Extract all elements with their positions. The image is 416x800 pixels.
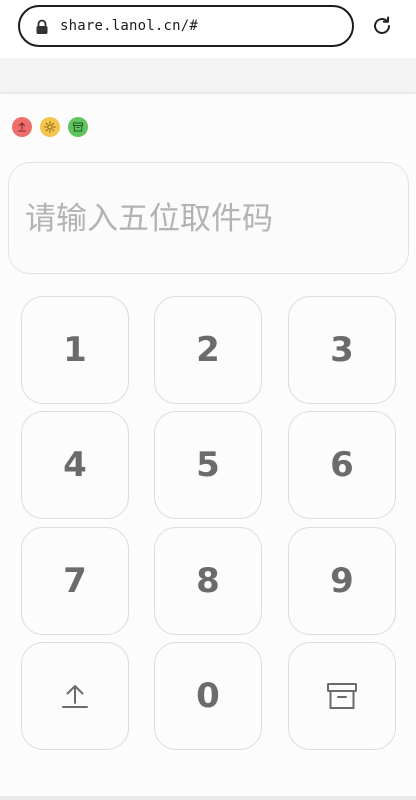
key-8[interactable]: 8: [154, 527, 262, 635]
key-2[interactable]: 2: [154, 296, 262, 404]
pickup-code-input[interactable]: [23, 163, 397, 275]
archive-key[interactable]: [288, 642, 396, 750]
key-label: 5: [196, 445, 220, 485]
archive-icon: [327, 683, 357, 709]
key-label: 2: [196, 330, 220, 370]
browser-toolbar-gap: [0, 58, 416, 94]
upload-icon: [62, 685, 88, 708]
upload-key[interactable]: [21, 642, 129, 750]
archive-icon: [73, 122, 83, 132]
key-label: 7: [63, 561, 87, 601]
key-7[interactable]: 7: [21, 527, 129, 635]
lock-icon: [36, 19, 48, 34]
sun-icon: [44, 121, 56, 133]
code-input-box: [8, 162, 409, 275]
key-4[interactable]: 4: [21, 411, 129, 519]
key-label: 3: [330, 330, 354, 370]
url-bar[interactable]: share.lanol.cn/#: [18, 5, 354, 47]
box-control[interactable]: [68, 117, 88, 137]
bottom-edge: [0, 796, 416, 800]
key-label: 1: [63, 330, 87, 370]
theme-control[interactable]: [40, 117, 60, 137]
key-6[interactable]: 6: [288, 411, 396, 519]
key-label: 6: [330, 445, 354, 485]
upload-control[interactable]: [12, 117, 32, 137]
browser-bar: share.lanol.cn/#: [0, 0, 416, 58]
reload-icon[interactable]: [370, 14, 394, 38]
key-label: 0: [196, 676, 220, 716]
key-1[interactable]: 1: [21, 296, 129, 404]
key-5[interactable]: 5: [154, 411, 262, 519]
key-label: 8: [196, 561, 220, 601]
url-text[interactable]: share.lanol.cn/#: [60, 7, 198, 45]
upload-icon: [17, 122, 27, 132]
key-3[interactable]: 3: [288, 296, 396, 404]
key-0[interactable]: 0: [154, 642, 262, 750]
key-label: 9: [330, 561, 354, 601]
key-label: 4: [63, 445, 87, 485]
key-9[interactable]: 9: [288, 527, 396, 635]
